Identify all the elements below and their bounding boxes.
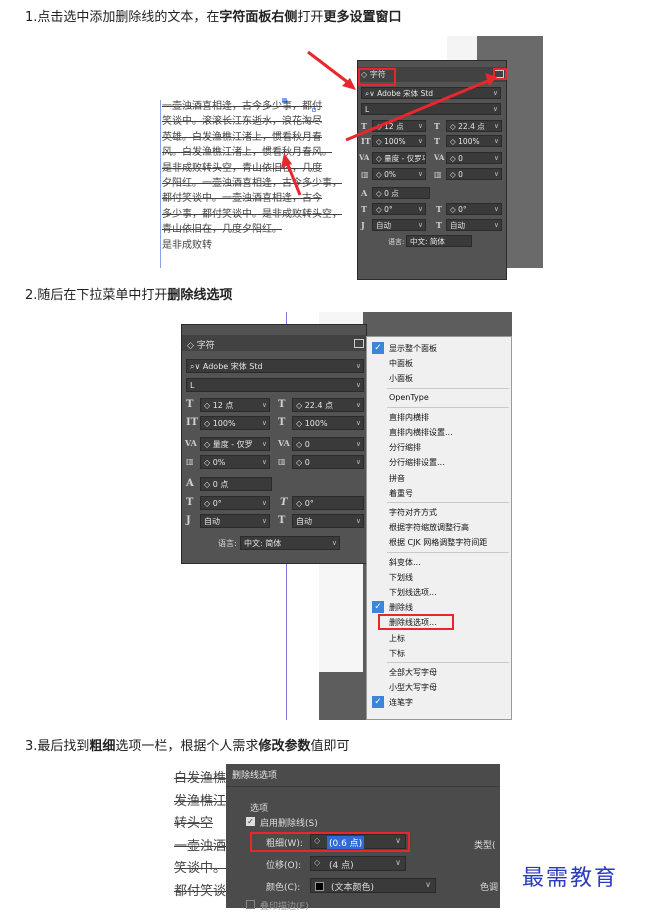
highlight-box [250,832,410,852]
tsume-field[interactable]: ◇ 0% ∨ [200,455,270,469]
menu-item[interactable]: 字符对齐方式 [389,507,437,518]
type-label: 类型( [474,841,496,851]
color-label: 颜色(C): [266,883,301,893]
aki-right-field[interactable]: 自动 ∨ [292,514,364,528]
watermark: 最需教育 [522,866,619,891]
step-2-screenshot: ◇ 字符 ⌕∨ Adobe 宋体 Std ∨ L ∨ T ◇ 12 点 ∨ T ◇ 2… [181,312,512,720]
aki-field[interactable]: ◇ 0 ∨ [292,455,364,469]
dialog-title: 删除线选项 [232,771,278,781]
color-swatch [315,882,324,891]
menu-separator [387,387,509,389]
font-style-field[interactable]: L ∨ [186,378,364,392]
section-label: 选项 [250,804,269,814]
skew-field[interactable]: ◇ 0° [292,496,364,510]
menu-item[interactable]: 着重号 [389,488,413,499]
offset-label: 位移(O): [266,861,302,871]
step-3-caption: 3.最后找到粗细选项一栏，根据个人需求修改参数值即可 [25,739,350,754]
kerning-icon: VA [185,438,197,448]
menu-item[interactable]: 小面板 [389,373,413,384]
menu-item[interactable]: 删除线 [389,602,413,613]
checkmark-icon: ✓ [372,342,384,354]
offset-field[interactable]: ◇ (4 点) ∨ [310,856,406,871]
tint-label: 色调 [480,883,499,893]
rotate-icon: T [186,497,194,508]
step-3-screenshot: 白发渔樵 发渔樵江渚 转头空 一壶浊酒 笑谈中。一 都付笑谈 删除线选项 选项 … [174,764,500,912]
menu-item[interactable]: 分行缩排 [389,442,421,453]
highlight-box [378,614,454,630]
vertical-scale-field[interactable]: ◇ 100% ∨ [200,416,270,430]
panel-tab-character[interactable]: ◇ 字符 [187,338,215,351]
horizontal-scale-icon: T [278,417,286,428]
baseline-shift-field[interactable]: ◇ 0 点 [200,477,272,491]
horizontal-scale-field[interactable]: ◇ 100% ∨ [292,416,364,430]
menu-item[interactable]: 根据 CJK 网格调整字符间距 [389,537,487,548]
color-field[interactable]: (文本颜色) ∨ [310,878,436,893]
title-divider [226,786,500,787]
overprint-label: 叠印描边(E) [260,902,309,912]
checkmark-icon: ✓ [372,696,384,709]
menu-separator [387,502,509,503]
checkmark-icon: ✓ [372,601,384,614]
baseline-shift-icon: A [186,478,194,489]
font-family-field[interactable]: ⌕∨ Adobe 宋体 Std ∨ [186,359,364,373]
menu-item[interactable]: 分行缩排设置... [389,457,445,468]
enable-label: 启用删除线(S) [260,819,318,829]
menu-separator [387,406,509,408]
menu-item[interactable]: 直排内横排 [389,412,429,423]
font-size-field[interactable]: ◇ 12 点 ∨ [200,398,270,412]
chevron-down-icon[interactable]: ∨ [395,858,401,867]
chevron-down-icon[interactable]: ∨ [425,880,431,889]
leading-icon: T [278,399,286,410]
menu-item[interactable]: 上标 [389,633,405,644]
vertical-scale-icon: IT [186,417,199,428]
aki-left-field[interactable]: 自动 ∨ [200,514,270,528]
menu-item[interactable]: OpenType [389,393,429,402]
menu-separator [387,551,509,553]
menu-item[interactable]: 下划线选项... [389,587,437,598]
menu-item[interactable]: 拼音 [389,473,405,484]
language-field[interactable]: 中文: 简体 ∨ [240,536,340,550]
leading-field[interactable]: ◇ 22.4 点 ∨ [292,398,364,412]
tracking-field[interactable]: ◇ 0 ∨ [292,437,364,451]
language-label: 语言: [218,539,237,548]
font-size-icon: T [186,399,194,410]
rotate-field[interactable]: ◇ 0° ∨ [200,496,270,510]
step-2-caption: 2.随后在下拉菜单中打开删除线选项 [25,288,233,303]
kerning-field[interactable]: ◇ 量度 - 仅罗 ∨ [200,437,270,451]
menu-item[interactable]: 斜变体... [389,557,421,568]
aki-left-icon: J [186,515,191,526]
enable-checkbox[interactable]: ✓ [246,817,255,826]
character-panel: ◇ 字符 ⌕∨ Adobe 宋体 Std ∨ L ∨ T ◇ 12 点 ∨ T ◇ 2… [181,324,367,564]
menu-item[interactable]: 根据字符缩放调整行高 [389,522,469,533]
menu-item[interactable]: 全部大写字母 [389,667,437,678]
tsume-icon: ▥ [186,456,194,466]
menu-item[interactable]: 中面板 [389,358,413,369]
skew-icon: T [280,497,288,508]
aki-right-icon: T [278,515,286,526]
menu-item[interactable]: 下标 [389,648,405,659]
menu-separator [387,662,509,663]
panel-flyout-menu: ✓ 显示整个面板 中面板小面板 OpenType 直排内横排直排内横排设置... 分行缩排… [366,336,512,720]
aki-icon: ▥ [278,456,286,466]
offset-value: (4 点) [329,861,354,871]
menu-item[interactable]: 小型大写字母 [389,682,437,693]
stepper-icon[interactable]: ◇ [314,858,320,867]
color-value: (文本颜色) [331,883,375,893]
menu-item[interactable]: 下划线 [389,572,413,583]
tracking-icon: VA [278,438,290,448]
menu-item[interactable]: 连笔字 [389,697,413,708]
menu-item[interactable]: 直排内横排设置... [389,427,453,438]
panel-menu-icon[interactable] [354,339,364,348]
menu-item[interactable]: 显示整个面板 [389,343,437,354]
